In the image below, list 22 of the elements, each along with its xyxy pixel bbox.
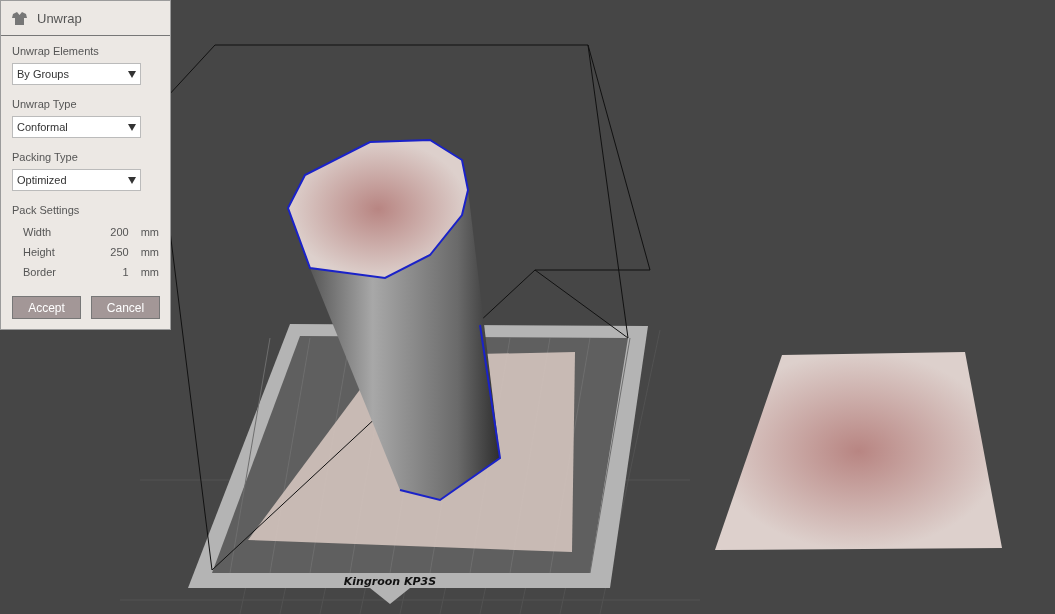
dropdown[interactable]: Optimized bbox=[12, 169, 141, 191]
caret-icon bbox=[128, 176, 136, 184]
setting-name: Height bbox=[23, 246, 56, 258]
caret-icon bbox=[128, 70, 136, 78]
setting-value[interactable]: 200 bbox=[78, 226, 129, 238]
field-label: Unwrap Elements bbox=[12, 45, 100, 57]
unit-label: mm bbox=[140, 226, 159, 238]
caret-icon bbox=[128, 123, 136, 131]
field-label: Unwrap Type bbox=[12, 98, 78, 110]
setting-value[interactable]: 1 bbox=[78, 266, 129, 278]
shirt-icon bbox=[12, 11, 27, 25]
setting-name: Width bbox=[23, 226, 53, 238]
section-label: Pack Settings bbox=[12, 204, 81, 216]
dropdown[interactable]: By Groups bbox=[12, 63, 141, 85]
panel-title: Unwrap bbox=[37, 10, 82, 26]
printer-label: Kingroon KP3S bbox=[343, 575, 437, 588]
unit-label: mm bbox=[140, 266, 159, 278]
unit-label: mm bbox=[140, 246, 159, 258]
field-label: Packing Type bbox=[12, 151, 79, 163]
setting-value[interactable]: 250 bbox=[78, 246, 129, 258]
dropdown[interactable]: Conformal bbox=[12, 116, 141, 138]
setting-name: Border bbox=[23, 266, 58, 278]
